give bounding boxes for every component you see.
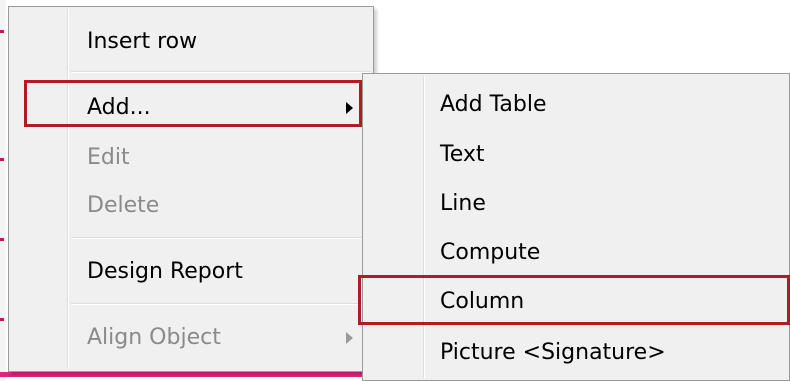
menu-item-label: Picture <Signature> — [440, 340, 666, 365]
menu-item-label: Design Report — [87, 259, 243, 284]
menu-separator — [71, 237, 371, 239]
background-mark — [0, 238, 4, 241]
menu-icon-gutter — [67, 9, 69, 369]
menu-item-label: Edit — [87, 145, 130, 170]
column-item-highlight-box — [358, 275, 790, 325]
add-item-highlight-box — [24, 80, 362, 127]
menu-item-label: Line — [440, 191, 486, 216]
menu-item-label: Insert row — [87, 29, 198, 54]
background-mark — [0, 158, 4, 161]
background-mark — [0, 318, 4, 321]
menu-item-label: Text — [440, 142, 485, 167]
add-submenu: Add Table Text Line Compute Column Pictu… — [362, 73, 790, 381]
background-accent-bar — [0, 372, 372, 377]
chevron-right-icon — [346, 332, 353, 344]
context-menu: Insert row Add... Edit Delete Design Rep… — [8, 6, 374, 372]
background-mark — [0, 30, 4, 33]
menu-separator — [71, 71, 371, 73]
menu-item-label: Compute — [440, 240, 541, 265]
menu-icon-gutter — [423, 76, 425, 378]
menu-item-label: Align Object — [87, 325, 221, 350]
background-window-edge — [0, 0, 6, 381]
menu-separator — [71, 303, 371, 305]
menu-item-label: Delete — [87, 193, 160, 218]
menu-item-label: Add Table — [440, 92, 547, 117]
